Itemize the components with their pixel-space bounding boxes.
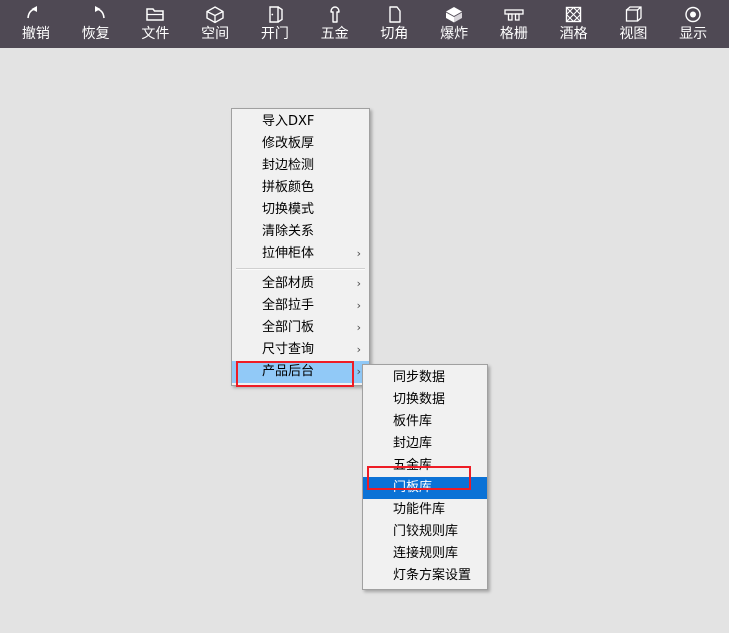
toolbar-label-space: 空间	[201, 26, 230, 42]
toolbar-item-view[interactable]: 视图	[604, 3, 664, 44]
cube-icon	[202, 3, 228, 25]
toolbar-label-redo: 恢复	[81, 26, 110, 42]
toolbar-item-corner-cut[interactable]: 切角	[365, 3, 425, 44]
toolbar-item-redo[interactable]: 恢复	[66, 3, 126, 44]
submenu-item-hinge-rule-library[interactable]: 门铰规则库	[363, 521, 487, 543]
menu-item-import-dxf[interactable]: 导入DXF	[232, 111, 369, 133]
submenu-item-label: 门板库	[393, 480, 433, 495]
hardware-screw-icon	[322, 3, 348, 25]
submenu-item-label: 功能件库	[393, 502, 446, 517]
toolbar-item-grille[interactable]: 格栅	[484, 3, 544, 44]
menu-item-label: 尺寸查询	[262, 342, 315, 357]
submenu-item-label: 同步数据	[393, 370, 446, 385]
toolbar-label-display: 显示	[679, 26, 708, 42]
context-menu: 导入DXF 修改板厚 封边检测 拼板颜色 切换模式 清除关系 拉伸柜体 › 全部…	[231, 108, 370, 386]
menu-item-switch-mode[interactable]: 切换模式	[232, 199, 369, 221]
submenu-item-label: 板件库	[393, 414, 433, 429]
submenu-item-label: 门铰规则库	[393, 524, 459, 539]
toolbar-label-explode: 爆炸	[440, 26, 469, 42]
undo-arrow-icon	[23, 3, 49, 25]
toolbar-label-open-door: 开门	[260, 26, 289, 42]
submenu-item-edge-banding-library[interactable]: 封边库	[363, 433, 487, 455]
menu-item-label: 切换模式	[262, 202, 315, 217]
menu-item-label: 封边检测	[262, 158, 315, 173]
menu-item-panel-color[interactable]: 拼板颜色	[232, 177, 369, 199]
menu-item-edge-banding-check[interactable]: 封边检测	[232, 155, 369, 177]
menu-item-modify-board-thickness[interactable]: 修改板厚	[232, 133, 369, 155]
toolbar-label-hardware: 五金	[320, 26, 349, 42]
menu-item-dimension-query[interactable]: 尺寸查询 ›	[232, 339, 369, 361]
toolbar-item-open-door[interactable]: 开门	[245, 3, 305, 44]
toolbar-item-explode[interactable]: 爆炸	[424, 3, 484, 44]
submenu-item-connection-rule-library[interactable]: 连接规则库	[363, 543, 487, 565]
corner-cut-icon	[381, 3, 407, 25]
toolbar-item-display[interactable]: 显示	[663, 3, 723, 44]
chevron-right-icon: ›	[356, 247, 361, 260]
toolbar-label-view: 视图	[619, 26, 648, 42]
toolbar-label-undo: 撤销	[21, 26, 50, 42]
eye-icon	[680, 3, 706, 25]
context-submenu: 同步数据 切换数据 板件库 封边库 五金库 门板库 功能件库 门铰规则库 连接规…	[362, 364, 488, 590]
menu-item-product-backend[interactable]: 产品后台 ›	[232, 361, 369, 383]
redo-arrow-icon	[83, 3, 109, 25]
submenu-item-label: 连接规则库	[393, 546, 459, 561]
menu-item-all-door-panels[interactable]: 全部门板 ›	[232, 317, 369, 339]
chevron-right-icon: ›	[356, 321, 361, 334]
menu-item-label: 拉伸柜体	[262, 246, 315, 261]
menu-item-clear-relations[interactable]: 清除关系	[232, 221, 369, 243]
top-toolbar: 撤销 恢复 文件 空间 开门 五金 切角 爆炸 格栅 酒格 视图 显示	[0, 0, 729, 48]
toolbar-label-file: 文件	[141, 26, 170, 42]
submenu-item-label: 封边库	[393, 436, 433, 451]
submenu-item-label: 灯条方案设置	[393, 568, 472, 583]
toolbar-item-space[interactable]: 空间	[185, 3, 245, 44]
menu-item-label: 全部拉手	[262, 298, 315, 313]
menu-item-label: 全部门板	[262, 320, 315, 335]
chevron-right-icon: ›	[356, 343, 361, 356]
menu-item-stretch-cabinet[interactable]: 拉伸柜体 ›	[232, 243, 369, 265]
toolbar-item-hardware[interactable]: 五金	[305, 3, 365, 44]
folder-icon	[142, 3, 168, 25]
submenu-item-function-part-library[interactable]: 功能件库	[363, 499, 487, 521]
menu-item-label: 清除关系	[262, 224, 315, 239]
chevron-right-icon: ›	[356, 299, 361, 312]
toolbar-label-grille: 格栅	[499, 26, 528, 42]
menu-item-label: 产品后台	[262, 364, 315, 379]
menu-item-label: 拼板颜色	[262, 180, 315, 195]
toolbar-item-undo[interactable]: 撤销	[6, 3, 66, 44]
submenu-item-label: 切换数据	[393, 392, 446, 407]
chevron-right-icon: ›	[356, 365, 361, 378]
wireframe-cube-icon	[620, 3, 646, 25]
grille-icon	[501, 3, 527, 25]
menu-item-all-handles[interactable]: 全部拉手 ›	[232, 295, 369, 317]
menu-separator	[236, 268, 365, 270]
toolbar-label-wine-rack: 酒格	[559, 26, 588, 42]
toolbar-item-file[interactable]: 文件	[126, 3, 186, 44]
submenu-item-door-panel-library[interactable]: 门板库	[363, 477, 487, 499]
submenu-item-hardware-library[interactable]: 五金库	[363, 455, 487, 477]
menu-item-label: 修改板厚	[262, 136, 315, 151]
toolbar-item-wine-rack[interactable]: 酒格	[544, 3, 604, 44]
submenu-item-light-strip-settings[interactable]: 灯条方案设置	[363, 565, 487, 587]
toolbar-label-corner-cut: 切角	[380, 26, 409, 42]
submenu-item-switch-data[interactable]: 切换数据	[363, 389, 487, 411]
open-door-icon	[262, 3, 288, 25]
submenu-item-label: 五金库	[393, 458, 433, 473]
menu-item-label: 导入DXF	[262, 114, 315, 129]
menu-item-all-materials[interactable]: 全部材质 ›	[232, 273, 369, 295]
submenu-item-sync-data[interactable]: 同步数据	[363, 367, 487, 389]
menu-item-label: 全部材质	[262, 276, 315, 291]
wine-rack-icon	[561, 3, 587, 25]
chevron-right-icon: ›	[356, 277, 361, 290]
explode-box-icon	[441, 3, 467, 25]
submenu-item-panel-library[interactable]: 板件库	[363, 411, 487, 433]
